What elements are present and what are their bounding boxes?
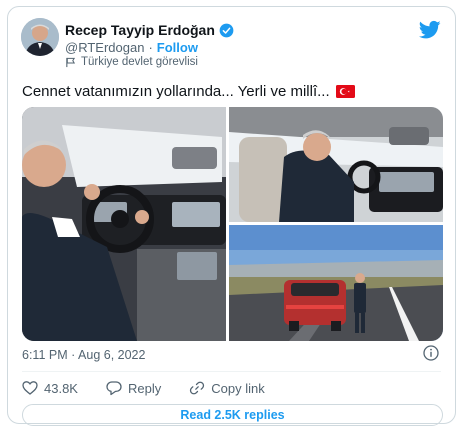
media-photo-1[interactable] [22,107,226,341]
timestamp-text: 6:11 PM · Aug 6, 2022 [22,348,146,362]
like-button[interactable]: 43.8K [22,380,78,396]
copy-link-button[interactable]: Copy link [189,380,265,396]
twitter-bird-icon[interactable] [419,20,441,40]
author-handle-row: @RTErdogan · Follow [65,40,198,55]
heart-icon [22,381,38,395]
tweet-timestamp[interactable]: 6:11 PM · Aug 6, 2022 [22,348,145,362]
avatar[interactable] [21,18,59,56]
government-label-text: Türkiye devlet görevlisi [81,56,198,68]
tweet-text: Cennet vatanımızın yollarında... Yerli v… [22,83,355,100]
divider [22,371,441,372]
photo-car-side-view [229,107,443,222]
reply-button[interactable]: Reply [106,380,161,396]
government-label: Türkiye devlet görevlisi [65,56,198,68]
avatar-photo [21,18,59,56]
link-icon [190,381,205,395]
turkey-flag-icon [335,85,355,98]
photo-car-interior-driver [22,107,226,341]
photo-red-car-road [229,225,443,341]
info-icon[interactable] [423,345,439,361]
reply-label: Reply [127,380,162,396]
author-display-name[interactable]: Recep Tayyip Erdoğan [65,22,215,38]
tweet-card: Recep Tayyip Erdoğan @RTErdogan · Follow… [7,6,456,426]
media-photo-2[interactable] [229,107,443,222]
media-photo-3[interactable] [229,225,443,341]
tweet-text-body: Cennet vatanımızın yollarında... Yerli v… [22,83,330,100]
follow-button[interactable]: Follow [157,40,198,55]
separator-dot: · [148,40,153,55]
tweet-media-grid [22,107,443,341]
like-count: 43.8K [44,380,78,396]
copy-link-label: Copy link [211,380,265,396]
tweet-actions: 43.8K Reply Copy link [22,377,293,399]
verified-badge-icon [219,23,234,37]
author-name-row: Recep Tayyip Erdoğan [65,21,234,39]
read-replies-button[interactable]: Read 2.5K replies [22,404,443,426]
read-replies-label: Read 2.5K replies [180,408,285,422]
author-handle[interactable]: @RTErdogan [65,40,144,55]
reply-bubble-icon [106,381,122,396]
flag-outline-icon [66,57,76,67]
